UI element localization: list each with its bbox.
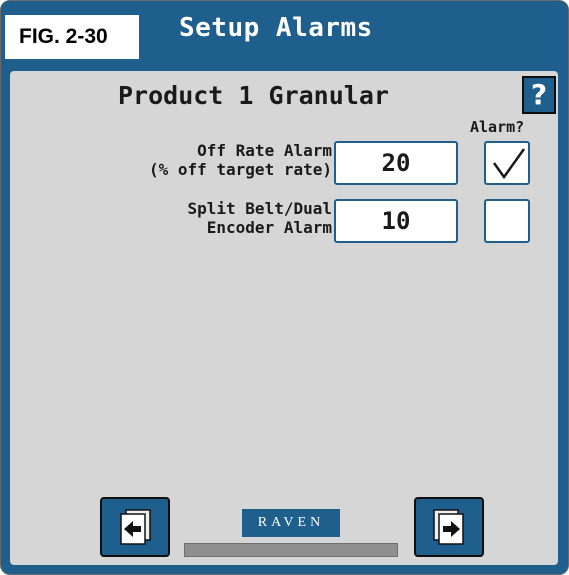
window-title: Setup Alarms [179,13,373,43]
title-bar: FIG. 2-30 Setup Alarms [1,1,568,63]
help-button[interactable]: ? [522,76,556,114]
progress-bar [184,543,398,557]
alarm-column-header: Alarm? [470,118,525,136]
panel-title: Product 1 Granular [118,81,389,110]
off-rate-value-field[interactable]: 20 [334,141,458,185]
split-belt-alarm-label: Split Belt/Dual Encoder Alarm [187,199,333,237]
next-button[interactable] [414,497,484,557]
checkmark-icon [492,148,526,180]
next-page-icon [433,509,464,545]
alarm-settings-panel: Product 1 Granular ? Alarm? Off Rate Ala… [10,71,558,565]
off-rate-alarm-checkbox[interactable] [484,141,530,185]
back-page-icon [120,509,151,545]
split-belt-alarm-checkbox[interactable] [484,199,530,243]
figure-label: FIG. 2-30 [5,15,139,59]
help-icon: ? [530,78,548,111]
setup-alarms-window: FIG. 2-30 Setup Alarms Product 1 Granula… [0,0,569,575]
back-button[interactable] [100,497,170,557]
raven-logo: RAVEN [242,509,340,537]
split-belt-value-field[interactable]: 10 [334,199,458,243]
off-rate-alarm-label: Off Rate Alarm (% off target rate) [148,141,332,179]
